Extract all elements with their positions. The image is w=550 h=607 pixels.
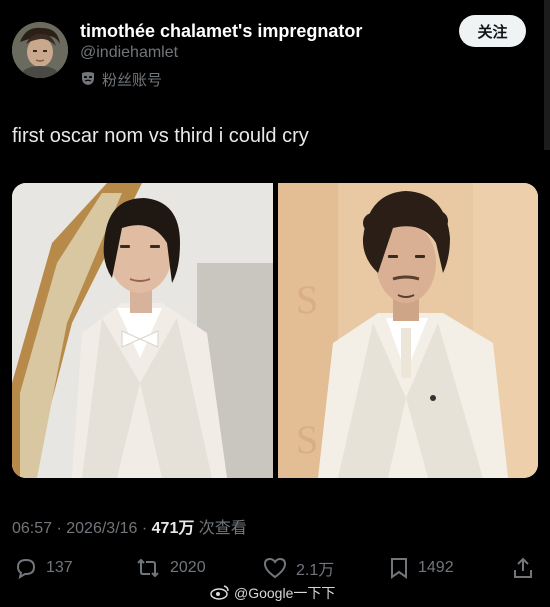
bookmark-icon (388, 556, 410, 580)
svg-text:S: S (296, 417, 318, 462)
views-label: 次查看 (194, 520, 247, 537)
weibo-icon (210, 584, 230, 603)
reply-count: 137 (46, 559, 73, 576)
like-count: 2.1万 (296, 562, 335, 579)
avatar[interactable] (12, 22, 68, 78)
heart-icon (262, 556, 288, 580)
bookmark-button[interactable]: 1492 (388, 556, 454, 580)
tweet-text: first oscar nom vs third i could cry (12, 125, 309, 147)
watermark-text: @Google一下下 (234, 585, 336, 601)
fan-account-badge: 粉丝账号 (80, 69, 162, 90)
views-count: 471万 (151, 520, 195, 537)
author-handle[interactable]: @indiehamlet (80, 44, 178, 62)
repost-button[interactable]: 2020 (134, 556, 206, 580)
share-icon (511, 556, 535, 580)
scrollbar-track (544, 0, 550, 150)
svg-text:S: S (296, 277, 318, 322)
reply-icon (14, 556, 38, 580)
repost-count: 2020 (170, 559, 206, 576)
tweet-action-bar: 137 2020 2.1万 1492 (0, 556, 550, 586)
repost-icon (134, 556, 162, 580)
reply-button[interactable]: 137 (14, 556, 73, 580)
author-display-name[interactable]: timothée chalamet's impregnator (80, 21, 362, 42)
bookmark-count: 1492 (418, 559, 454, 576)
share-button[interactable] (511, 556, 535, 580)
follow-button[interactable]: 关注 (459, 15, 526, 47)
mask-icon (80, 70, 96, 90)
tweet-timestamp[interactable]: 06:57 · 2026/3/16 · (12, 520, 152, 537)
tweet-photo-left[interactable] (12, 183, 273, 478)
fan-badge-label: 粉丝账号 (102, 72, 163, 89)
tweet-photo-right[interactable]: S S (278, 183, 538, 478)
avatar-image (12, 22, 68, 78)
like-button[interactable]: 2.1万 (262, 556, 334, 580)
watermark: @Google一下下 (210, 583, 335, 603)
tweet-meta: 06:57 · 2026/3/16 · 471万 次查看 (12, 514, 247, 538)
